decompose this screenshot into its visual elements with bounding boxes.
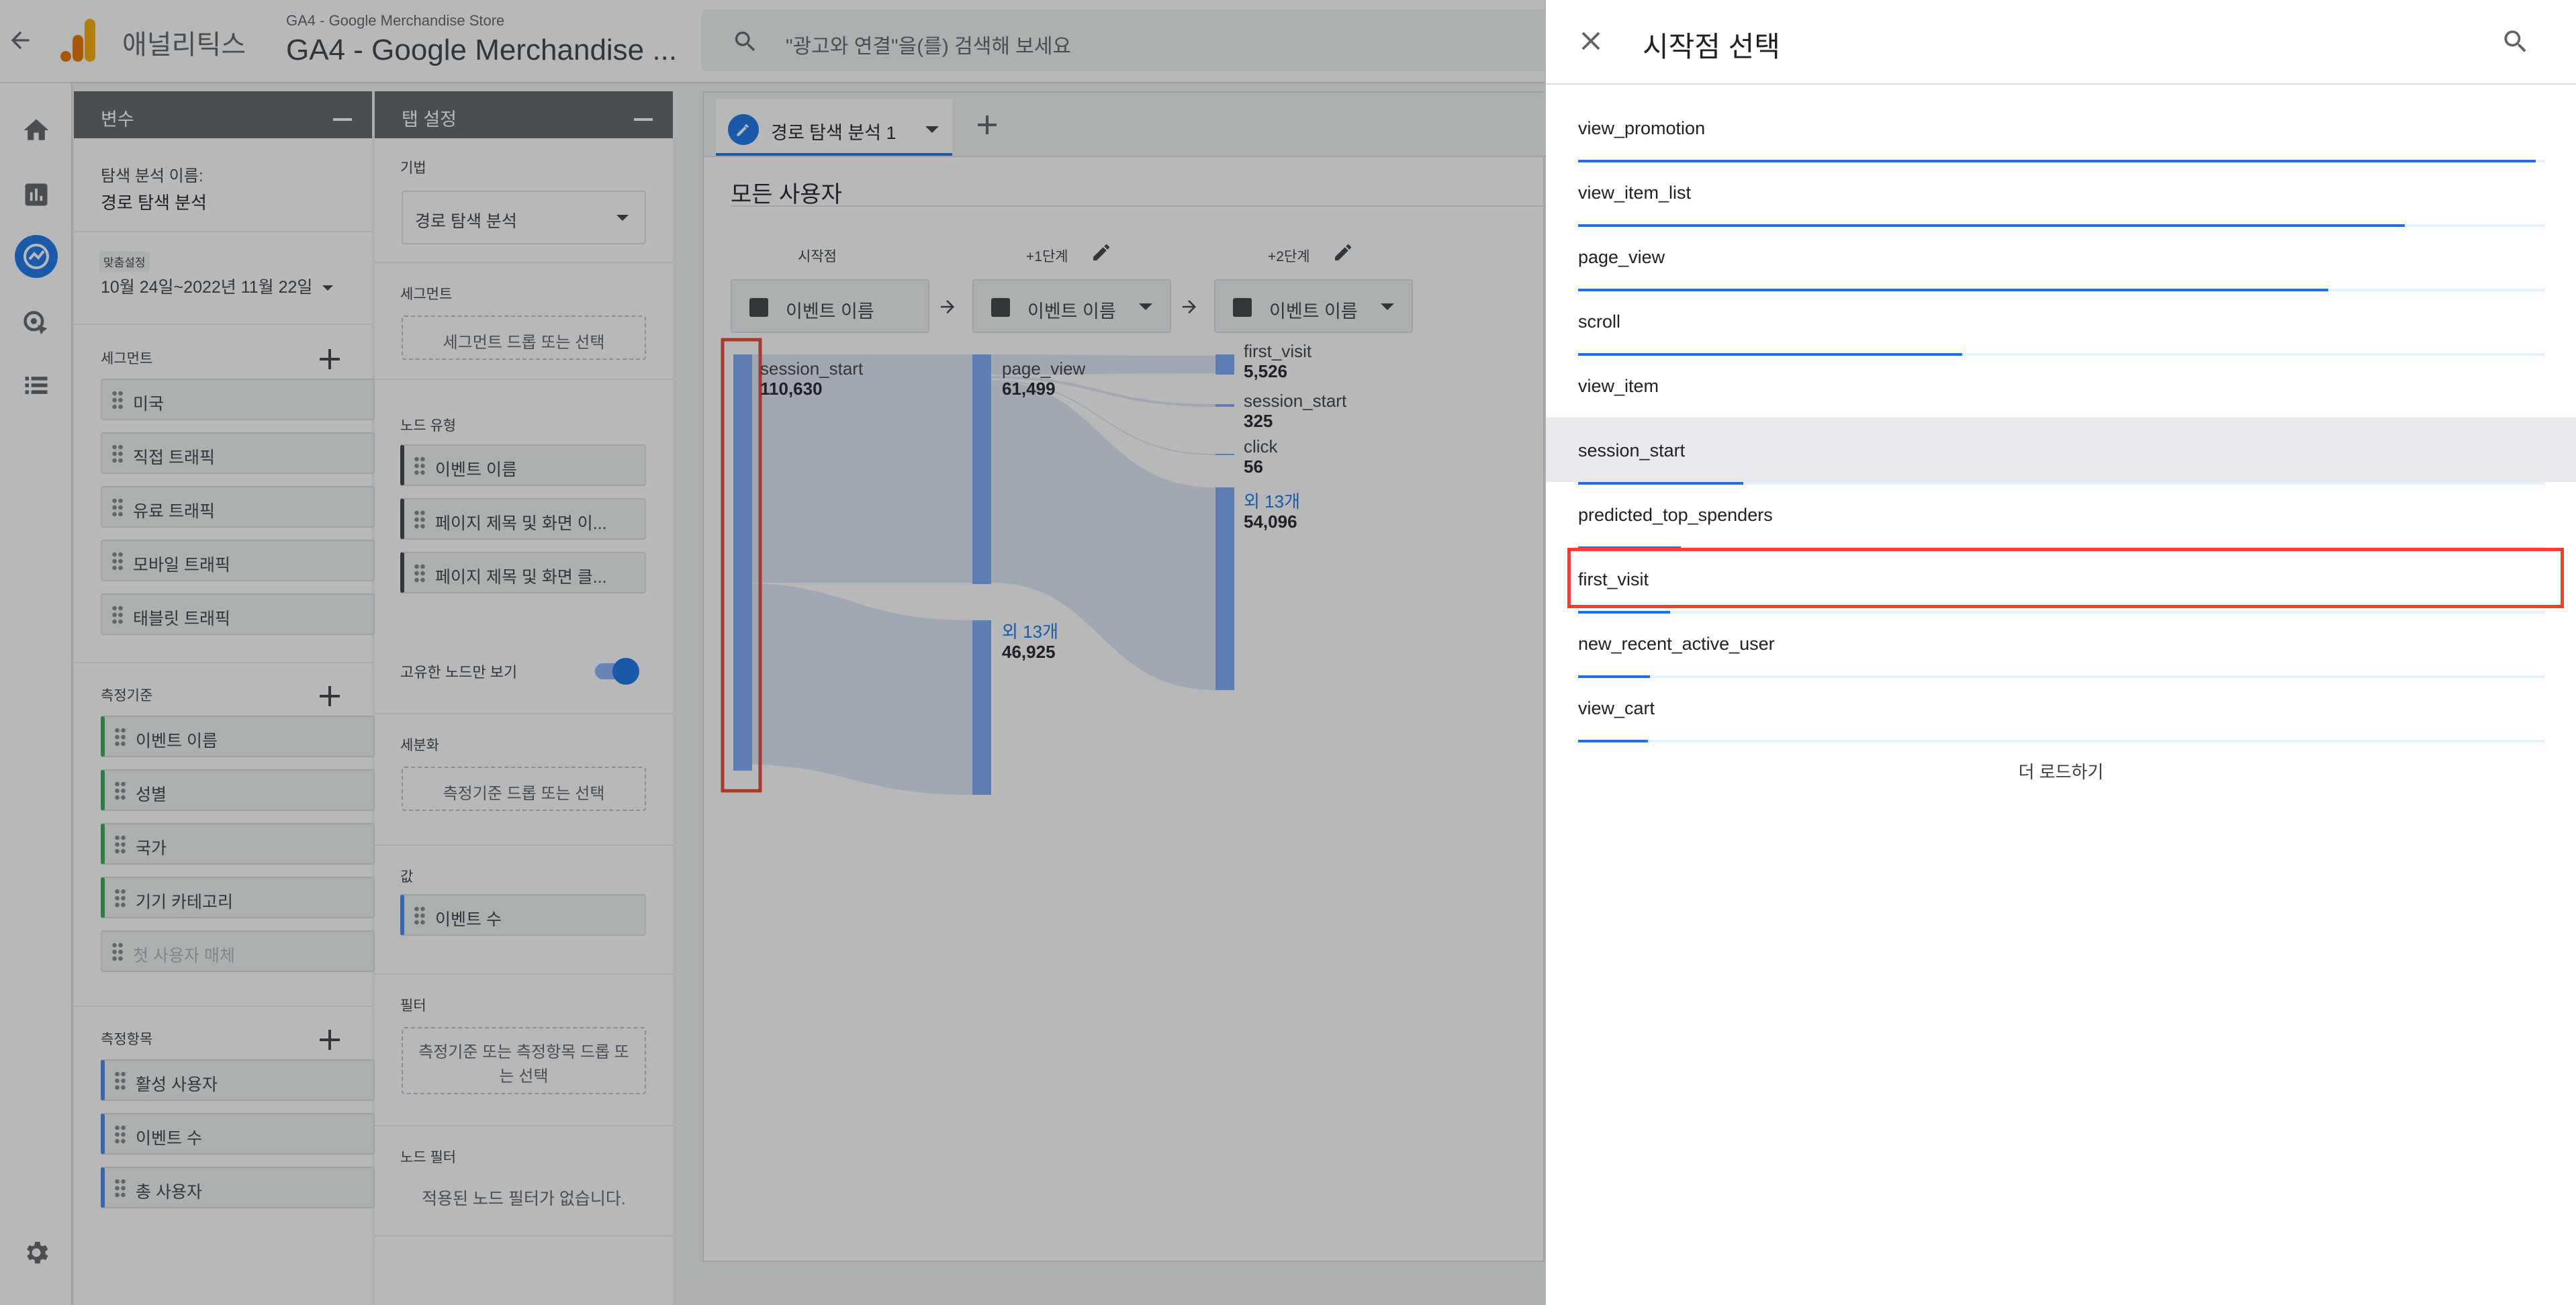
event-option[interactable]: view_promotion (1546, 95, 2576, 162)
starting-point-drawer: 시작점 선택 view_promotion view_item_list page_… (1546, 0, 2576, 1305)
event-option-label: predicted_top_spenders (1578, 505, 1773, 525)
event-option-label: view_cart (1578, 698, 1655, 718)
event-option-label: view_item_list (1578, 183, 1692, 203)
event-option[interactable]: view_item_list (1546, 160, 2576, 227)
event-option[interactable]: page_view (1546, 224, 2576, 291)
event-option-label: session_start (1578, 440, 1686, 461)
close-icon[interactable] (1575, 26, 1606, 56)
event-option-label: page_view (1578, 247, 1665, 267)
event-option-label: view_item (1578, 376, 1659, 396)
event-option[interactable]: new_recent_active_user (1546, 611, 2576, 678)
event-option[interactable]: scroll (1546, 289, 2576, 356)
event-option-label: view_promotion (1578, 118, 1706, 138)
event-bar-fill (1578, 740, 1648, 742)
event-option[interactable]: view_item (1546, 353, 2576, 420)
drawer-header-divider (1546, 83, 2576, 85)
highlight-outline (1567, 548, 2564, 608)
event-option-label: scroll (1578, 311, 1621, 332)
event-option[interactable]: view_cart (1546, 675, 2576, 742)
event-bar-track (1578, 740, 2545, 742)
event-option[interactable]: session_start (1546, 418, 2576, 485)
load-more-button[interactable]: 더 로드하기 (1546, 759, 2576, 783)
search-icon[interactable] (2501, 27, 2530, 56)
event-option-label: new_recent_active_user (1578, 634, 1775, 654)
event-option[interactable]: predicted_top_spenders (1546, 482, 2576, 549)
modal-scrim[interactable] (0, 0, 1546, 1305)
drawer-title: 시작점 선택 (1643, 31, 1780, 62)
event-option[interactable]: first_visit (1546, 546, 2576, 614)
